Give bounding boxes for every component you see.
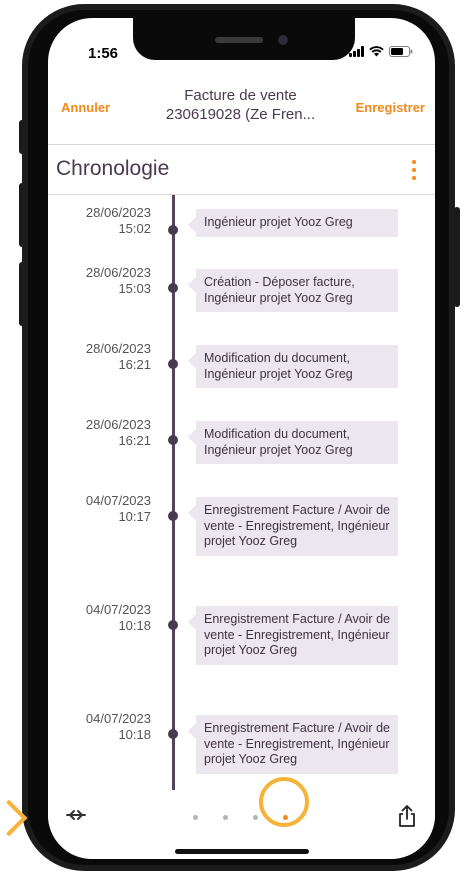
event-description: Ingénieur projet Yooz Greg xyxy=(188,209,398,237)
front-camera xyxy=(278,35,288,45)
event-description: Modification du document, Ingénieur proj… xyxy=(188,421,398,464)
event-datetime: 28/06/2023 16:21 xyxy=(85,417,151,448)
page-dot-active[interactable] xyxy=(283,815,288,820)
timeline-dot xyxy=(168,511,178,521)
timeline-dot xyxy=(168,225,178,235)
swap-arrows-icon[interactable] xyxy=(64,806,88,830)
event-datetime: 04/07/2023 10:17 xyxy=(85,493,151,524)
page-indicator[interactable] xyxy=(193,815,288,820)
status-icons xyxy=(349,46,413,57)
event-datetime: 04/07/2023 10:18 xyxy=(85,711,151,742)
event-description: Création - Déposer facture, Ingénieur pr… xyxy=(188,269,398,312)
timeline-dot xyxy=(168,359,178,369)
navigation-bar: Annuler Facture de vente 230619028 (Ze F… xyxy=(48,76,435,145)
section-title: Chronologie xyxy=(56,157,170,180)
timeline-dot xyxy=(168,435,178,445)
save-button[interactable]: Enregistrer xyxy=(356,100,425,115)
section-header: Chronologie xyxy=(48,144,435,195)
timeline-dot xyxy=(168,283,178,293)
page-dot[interactable] xyxy=(253,815,258,820)
timeline-dot xyxy=(168,620,178,630)
status-time: 1:56 xyxy=(88,45,119,62)
page-dot[interactable] xyxy=(193,815,198,820)
wifi-icon xyxy=(369,46,384,57)
battery-icon xyxy=(389,46,413,57)
cancel-button[interactable]: Annuler xyxy=(61,100,110,115)
event-datetime: 04/07/2023 10:18 xyxy=(85,602,151,633)
event-datetime: 28/06/2023 16:21 xyxy=(85,341,151,372)
event-description: Enregistrement Facture / Avoir de vente … xyxy=(188,606,398,665)
event-description: Enregistrement Facture / Avoir de vente … xyxy=(188,497,398,556)
title-line-1: Facture de vente xyxy=(184,87,297,104)
notch xyxy=(133,18,355,60)
event-description: Enregistrement Facture / Avoir de vente … xyxy=(188,715,398,774)
title-line-2: 230619028 (Ze Fren... xyxy=(165,106,316,123)
event-description: Modification du document, Ingénieur proj… xyxy=(188,345,398,388)
timeline[interactable]: 28/06/2023 15:02 Ingénieur projet Yooz Gr… xyxy=(48,195,435,790)
bottom-toolbar xyxy=(48,790,435,859)
more-vertical-icon[interactable] xyxy=(412,160,417,180)
phone-screen: 1:56 Annuler Facture de vente 230619028 … xyxy=(48,18,435,859)
page-dot[interactable] xyxy=(223,815,228,820)
event-datetime: 28/06/2023 15:03 xyxy=(85,265,151,296)
page-title: Facture de vente 230619028 (Ze Fren... xyxy=(118,86,363,124)
share-icon[interactable] xyxy=(397,804,417,833)
speaker-grille xyxy=(215,37,263,43)
home-indicator xyxy=(175,849,309,854)
event-datetime: 28/06/2023 15:02 xyxy=(85,205,151,236)
timeline-dot xyxy=(168,729,178,739)
